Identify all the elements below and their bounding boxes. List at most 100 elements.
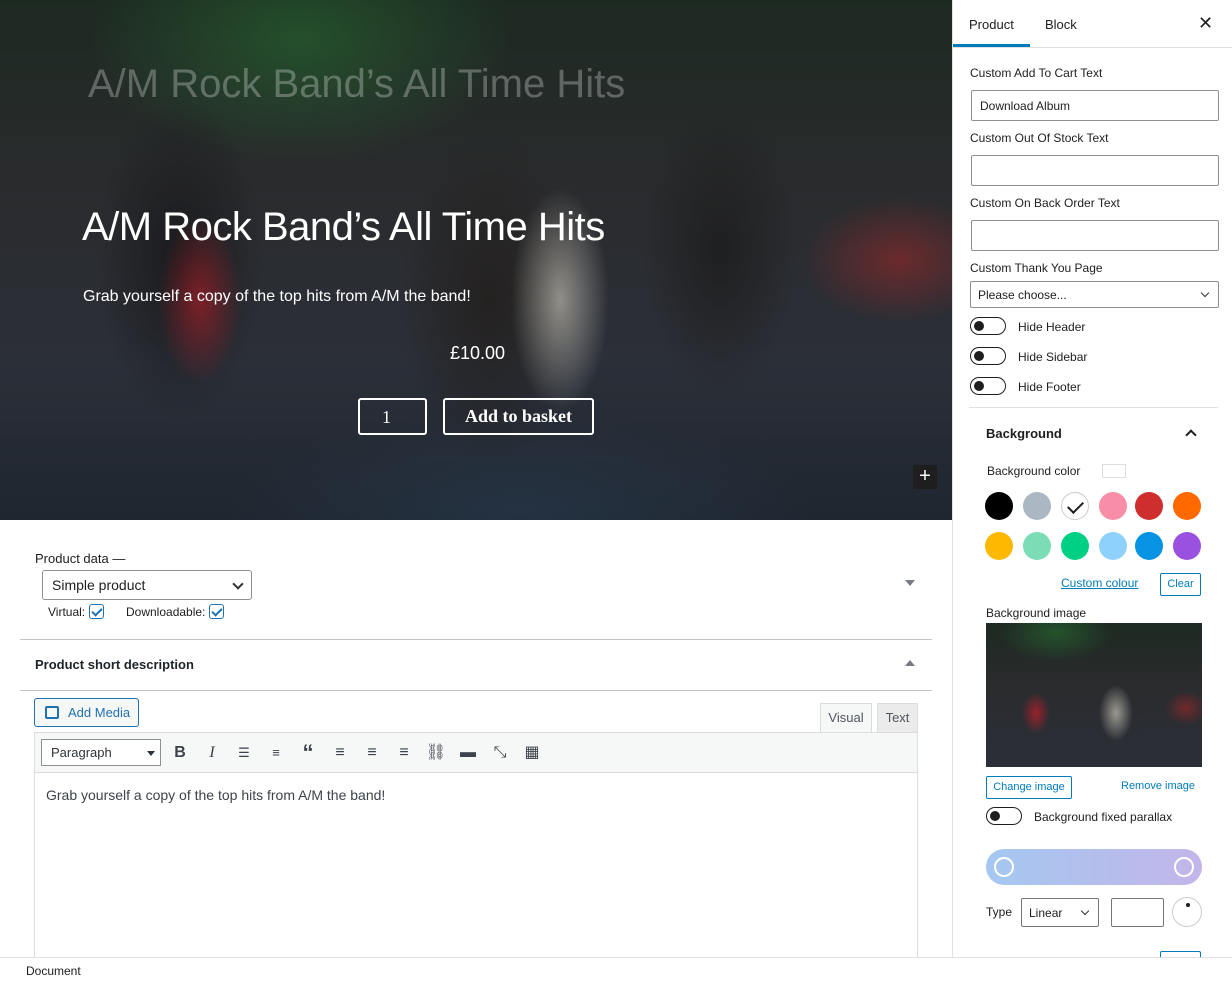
gradient-angle-input[interactable] xyxy=(1111,898,1164,927)
chevron-down-icon xyxy=(1080,906,1090,916)
change-image-button[interactable]: Change image xyxy=(986,776,1072,799)
custom-back-order-label: Custom On Back Order Text xyxy=(970,196,1120,210)
breadcrumb: Document xyxy=(0,957,1232,981)
remove-image-link[interactable]: Remove image xyxy=(1121,780,1195,792)
product-data-label: Product data — xyxy=(35,551,126,566)
thank-you-page-value: Please choose... xyxy=(978,288,1067,302)
add-to-basket-button[interactable]: Add to basket xyxy=(443,398,594,435)
divider xyxy=(20,690,932,691)
swatch-white-selected[interactable] xyxy=(1061,492,1089,520)
background-color-indicator xyxy=(1102,464,1126,478)
product-title[interactable]: A/M Rock Band’s All Time Hits xyxy=(82,205,605,250)
product-subtitle[interactable]: Grab yourself a copy of the top hits fro… xyxy=(83,288,471,306)
chevron-down-icon xyxy=(147,751,155,756)
swatch-vivid-purple[interactable] xyxy=(1173,532,1201,560)
downloadable-checkbox-row: Downloadable: xyxy=(126,604,225,619)
numbered-list-icon[interactable]: ≡ xyxy=(264,741,288,765)
swatch-luminous-orange[interactable] xyxy=(1173,492,1201,520)
hide-sidebar-toggle[interactable] xyxy=(970,347,1006,365)
background-image-label: Background image xyxy=(986,606,1087,620)
swatch-vivid-green-cyan[interactable] xyxy=(1061,532,1089,560)
custom-add-to-cart-label: Custom Add To Cart Text xyxy=(970,66,1103,80)
swatch-pale-pink[interactable] xyxy=(1099,492,1127,520)
hide-footer-label: Hide Footer xyxy=(1018,380,1081,394)
product-type-value: Simple product xyxy=(52,577,146,593)
blockquote-icon[interactable]: “ xyxy=(296,741,320,765)
tab-block[interactable]: Block xyxy=(1045,17,1077,32)
virtual-checkbox[interactable] xyxy=(89,604,105,619)
swatch-amber[interactable] xyxy=(985,532,1013,560)
custom-back-order-input[interactable] xyxy=(971,220,1219,251)
gradient-type-label: Type xyxy=(986,905,1013,919)
angle-dial-icon[interactable] xyxy=(1172,897,1202,927)
parallax-toggle[interactable] xyxy=(986,807,1022,825)
editor-content[interactable]: Grab yourself a copy of the top hits fro… xyxy=(46,787,385,803)
cover-ghost-title: A/M Rock Band’s All Time Hits xyxy=(88,62,626,106)
hidden-button-edge[interactable] xyxy=(1160,951,1201,957)
thank-you-page-label: Custom Thank You Page xyxy=(970,261,1103,275)
divider xyxy=(969,407,1218,408)
gradient-bar[interactable] xyxy=(986,849,1202,885)
editor-toolbar: Paragraph B I ☰ ≡ “ ≡ ≡ ≡ ⛓ ▬ ⤡ ▦ xyxy=(34,732,918,773)
collapse-toggle-icon[interactable] xyxy=(905,580,915,586)
link-icon[interactable]: ⛓ xyxy=(424,741,448,765)
tab-visual[interactable]: Visual xyxy=(820,703,872,732)
align-right-icon[interactable]: ≡ xyxy=(392,741,416,765)
align-left-icon[interactable]: ≡ xyxy=(328,741,352,765)
settings-sidebar: Product Block ✕ Custom Add To Cart Text … xyxy=(952,0,1232,957)
divider xyxy=(20,639,932,640)
product-type-select[interactable]: Simple product xyxy=(42,570,252,600)
add-media-label: Add Media xyxy=(68,705,131,720)
swatch-vivid-red[interactable] xyxy=(1135,492,1163,520)
quantity-input[interactable]: 1 xyxy=(358,398,427,435)
tab-product[interactable]: Product xyxy=(969,17,1014,32)
more-icon[interactable]: ▬ xyxy=(456,741,480,765)
add-media-button[interactable]: Add Media xyxy=(34,698,139,727)
breadcrumb-document[interactable]: Document xyxy=(26,964,81,978)
swatch-black[interactable] xyxy=(985,492,1013,520)
gradient-start-handle[interactable] xyxy=(994,857,1014,877)
italic-icon[interactable]: I xyxy=(200,741,224,765)
align-center-icon[interactable]: ≡ xyxy=(360,741,384,765)
custom-colour-link[interactable]: Custom colour xyxy=(1061,576,1138,590)
gradient-end-handle[interactable] xyxy=(1174,857,1194,877)
chevron-down-icon xyxy=(232,578,244,590)
downloadable-checkbox[interactable] xyxy=(209,604,225,619)
background-panel-title[interactable]: Background xyxy=(986,426,1062,441)
thank-you-page-select[interactable]: Please choose... xyxy=(970,281,1219,308)
swatch-vivid-cyan-blue[interactable] xyxy=(1135,532,1163,560)
hide-header-label: Hide Header xyxy=(1018,320,1086,334)
fullscreen-icon[interactable]: ⤡ xyxy=(488,741,512,765)
short-description-editor[interactable]: Grab yourself a copy of the top hits fro… xyxy=(34,773,918,963)
custom-out-of-stock-input[interactable] xyxy=(971,155,1219,186)
swatch-pale-cyan-blue[interactable] xyxy=(1099,532,1127,560)
hide-sidebar-label: Hide Sidebar xyxy=(1018,350,1088,364)
collapse-toggle-icon[interactable] xyxy=(905,660,915,666)
bullet-list-icon[interactable]: ☰ xyxy=(232,741,256,765)
media-icon xyxy=(45,706,59,719)
chevron-up-icon[interactable] xyxy=(1185,429,1197,441)
parallax-label: Background fixed parallax xyxy=(1034,810,1173,824)
virtual-checkbox-row: Virtual: xyxy=(48,604,105,619)
custom-add-to-cart-input[interactable]: Download Album xyxy=(971,90,1219,121)
downloadable-label: Downloadable: xyxy=(126,604,206,619)
close-icon[interactable]: ✕ xyxy=(1198,13,1213,34)
gradient-type-select[interactable]: Linear xyxy=(1021,898,1099,927)
format-select[interactable]: Paragraph xyxy=(41,739,161,766)
toolbar-toggle-icon[interactable]: ▦ xyxy=(520,741,544,765)
background-image-thumbnail[interactable] xyxy=(986,623,1202,767)
editor-screen: A/M Rock Band’s All Time Hits A/M Rock B… xyxy=(0,0,1232,981)
bold-icon[interactable]: B xyxy=(168,741,192,765)
swatch-cyan-bluish-gray[interactable] xyxy=(1023,492,1051,520)
hide-header-toggle[interactable] xyxy=(970,317,1006,335)
tab-text[interactable]: Text xyxy=(877,703,918,732)
divider xyxy=(953,47,1232,48)
chevron-down-icon xyxy=(1200,288,1210,298)
product-cover-block[interactable]: A/M Rock Band’s All Time Hits A/M Rock B… xyxy=(0,0,952,520)
swatch-light-green-cyan[interactable] xyxy=(1023,532,1051,560)
gradient-type-value: Linear xyxy=(1029,906,1063,920)
hide-footer-toggle[interactable] xyxy=(970,377,1006,395)
short-description-title[interactable]: Product short description xyxy=(35,657,194,672)
clear-color-button[interactable]: Clear xyxy=(1160,573,1201,596)
add-block-icon[interactable]: + xyxy=(913,465,937,489)
